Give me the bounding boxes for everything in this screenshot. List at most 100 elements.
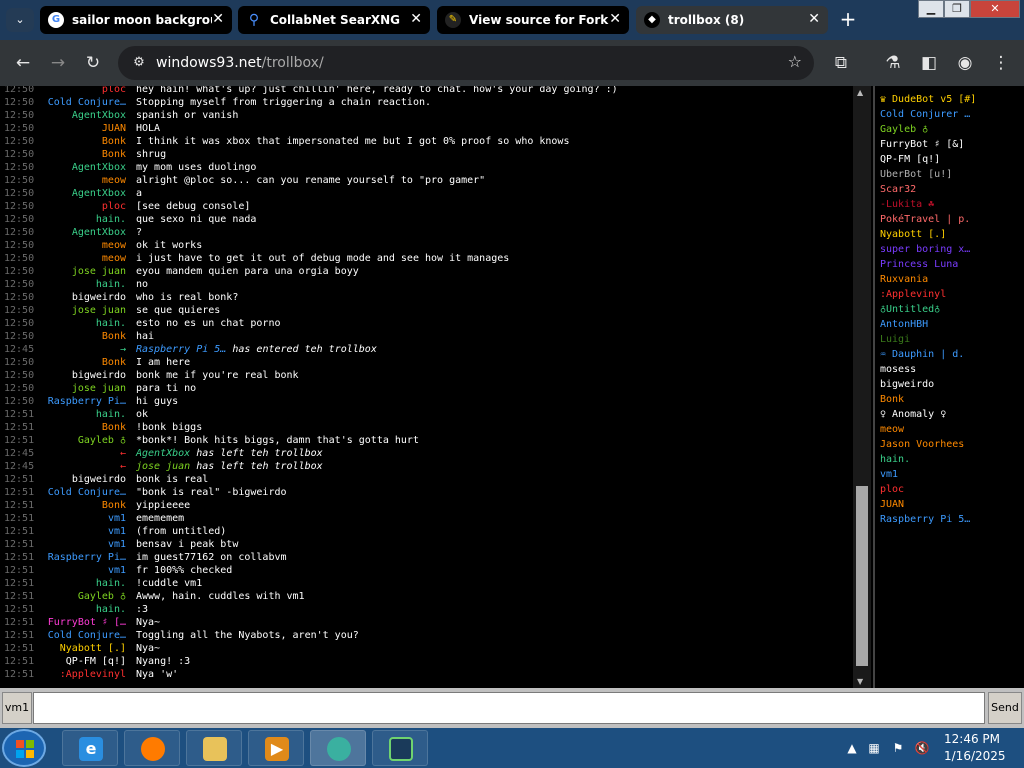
user-list-item[interactable]: ploc xyxy=(880,484,1022,498)
system-message-user[interactable]: Raspberry Pi 5… xyxy=(136,344,226,355)
tab-search-chevron-icon[interactable]: ⌄ xyxy=(6,8,34,32)
user-list-item[interactable]: mosess xyxy=(880,364,1022,378)
clock-time[interactable]: 12:46 PM xyxy=(944,732,1000,746)
user-list-item[interactable]: Bonk xyxy=(880,394,1022,408)
forward-arrow-icon[interactable]: → xyxy=(45,50,71,76)
user-list-item[interactable]: Raspberry Pi 5… xyxy=(880,514,1022,528)
message-nick[interactable]: Bonk xyxy=(102,149,126,160)
message-nick[interactable]: AgentXbox xyxy=(72,110,126,121)
message-nick[interactable]: Raspberry Pi… xyxy=(48,396,126,407)
user-list-item[interactable]: super boring x… xyxy=(880,244,1022,258)
new-tab-button[interactable]: + xyxy=(834,8,862,32)
message-nick[interactable]: vm1 xyxy=(108,513,126,524)
system-message-user[interactable]: AgentXbox xyxy=(136,448,190,459)
scrollbar-thumb[interactable] xyxy=(856,486,868,666)
message-nick[interactable]: JUAN xyxy=(102,123,126,134)
message-nick[interactable]: ploc xyxy=(102,86,126,95)
message-nick[interactable]: ploc xyxy=(102,201,126,212)
scroll-up-icon[interactable]: ▲ xyxy=(857,88,863,97)
clock-date[interactable]: 1/16/2025 xyxy=(944,749,1006,763)
taskbar-collabvm[interactable] xyxy=(310,730,366,766)
message-nick[interactable]: hain. xyxy=(96,578,126,589)
volume-muted-icon[interactable]: 🔇 xyxy=(914,740,930,756)
profile-avatar-icon[interactable]: ◉ xyxy=(952,50,978,76)
message-nick[interactable]: meow xyxy=(102,240,126,251)
message-nick[interactable]: Gayleb ♁ xyxy=(78,591,126,602)
extensions-puzzle-icon[interactable]: ⧉ xyxy=(828,50,854,76)
message-nick[interactable]: Bonk xyxy=(102,422,126,433)
message-nick[interactable]: meow xyxy=(102,175,126,186)
message-nick[interactable]: Gayleb ♁ xyxy=(78,435,126,446)
message-nick[interactable]: hain. xyxy=(96,279,126,290)
user-list-item[interactable]: Gayleb ♁ xyxy=(880,124,1022,138)
taskbar-firefox[interactable] xyxy=(124,730,180,766)
message-input[interactable] xyxy=(33,692,985,724)
message-nick[interactable]: Bonk xyxy=(102,500,126,511)
message-nick[interactable]: Bonk xyxy=(102,331,126,342)
side-panel-icon[interactable]: ◧ xyxy=(916,50,942,76)
user-list-item[interactable]: Scar32 xyxy=(880,184,1022,198)
user-list-item[interactable]: Cold Conjurer … xyxy=(880,109,1022,123)
user-list-item[interactable]: QP-FM [q!] xyxy=(880,154,1022,168)
user-list-item[interactable]: :Applevinyl xyxy=(880,289,1022,303)
message-nick[interactable]: Cold Conjure… xyxy=(48,487,126,498)
message-nick[interactable]: jose juan xyxy=(72,305,126,316)
scroll-down-icon[interactable]: ▼ xyxy=(857,677,863,686)
message-nick[interactable]: Raspberry Pi… xyxy=(48,552,126,563)
window-close-icon[interactable]: ✕ xyxy=(970,0,1020,18)
user-list-item[interactable]: PokéTravel | p. xyxy=(880,214,1022,228)
user-list-item[interactable]: ♛ DudeBot v5 [#] xyxy=(880,94,1022,108)
message-nick[interactable]: Bonk xyxy=(102,357,126,368)
message-nick[interactable]: hain. xyxy=(96,409,126,420)
start-button[interactable] xyxy=(2,729,46,767)
message-nick[interactable]: vm1 xyxy=(108,539,126,550)
chat-scrollbar[interactable]: ▲ ▼ xyxy=(853,86,871,688)
user-list-item[interactable]: Nyabott [.] xyxy=(880,229,1022,243)
tab-view-source[interactable]: ✎ View source for Fork » L ✕ xyxy=(437,6,629,34)
site-info-icon[interactable]: ⚙ xyxy=(128,52,150,74)
user-list-item[interactable]: -Lukita ☘ xyxy=(880,199,1022,213)
message-nick[interactable]: :Applevinyl xyxy=(60,669,126,680)
message-nick[interactable]: FurryBot ♯ [… xyxy=(48,617,126,628)
close-icon[interactable]: ✕ xyxy=(212,11,224,27)
message-nick[interactable]: AgentXbox xyxy=(72,227,126,238)
action-center-flag-icon[interactable]: ⚑ xyxy=(890,740,906,756)
back-arrow-icon[interactable]: ← xyxy=(10,50,36,76)
close-icon[interactable]: ✕ xyxy=(609,11,621,27)
network-icon[interactable]: ▦ xyxy=(866,740,882,756)
user-list-item[interactable]: FurryBot ♯ [&] xyxy=(880,139,1022,153)
message-nick[interactable]: jose juan xyxy=(72,383,126,394)
user-list-item[interactable]: Ruxvania xyxy=(880,274,1022,288)
user-list-item[interactable]: ♁Untitled♁ xyxy=(880,304,1022,318)
user-list-item[interactable]: Jason Voorhees xyxy=(880,439,1022,453)
labs-flask-icon[interactable]: ⚗ xyxy=(880,50,906,76)
user-list-item[interactable]: AntonHBH xyxy=(880,319,1022,333)
message-nick[interactable]: Nyabott [.] xyxy=(60,643,126,654)
nickname-button[interactable]: vm1 xyxy=(2,692,32,724)
maximize-icon[interactable]: ❐ xyxy=(944,0,970,18)
message-nick[interactable]: bigweirdo xyxy=(72,474,126,485)
reload-icon[interactable]: ↻ xyxy=(80,50,106,76)
menu-kebab-icon[interactable]: ⋮ xyxy=(988,50,1014,76)
send-button[interactable]: Send xyxy=(988,692,1022,724)
taskbar-terminal[interactable] xyxy=(372,730,428,766)
minimize-icon[interactable]: ▁ xyxy=(918,0,944,18)
taskbar-internet-explorer[interactable]: e xyxy=(62,730,118,766)
message-nick[interactable]: hain. xyxy=(96,214,126,225)
user-list-item[interactable]: Luigi xyxy=(880,334,1022,348)
message-nick[interactable]: hain. xyxy=(96,318,126,329)
user-list-item[interactable]: bigweirdo xyxy=(880,379,1022,393)
message-nick[interactable]: jose juan xyxy=(72,266,126,277)
bookmark-star-icon[interactable]: ☆ xyxy=(788,52,802,71)
message-nick[interactable]: Cold Conjure… xyxy=(48,630,126,641)
tab-sailor-moon[interactable]: G sailor moon backgrounds ✕ xyxy=(40,6,232,34)
message-nick[interactable]: bigweirdo xyxy=(72,292,126,303)
user-list-item[interactable]: meow xyxy=(880,424,1022,438)
message-nick[interactable]: QP-FM [q!] xyxy=(66,656,126,667)
address-bar[interactable]: ⚙ windows93.net/trollbox/ ☆ xyxy=(118,46,814,80)
message-nick[interactable]: hain. xyxy=(96,604,126,615)
tab-trollbox[interactable]: ◆ trollbox (8) ✕ xyxy=(636,6,828,34)
tab-collabnet-searxng[interactable]: ⚲ CollabNet SearXNG ✕ xyxy=(238,6,430,34)
user-list-item[interactable]: UberBot [u!] xyxy=(880,169,1022,183)
message-nick[interactable]: vm1 xyxy=(108,526,126,537)
